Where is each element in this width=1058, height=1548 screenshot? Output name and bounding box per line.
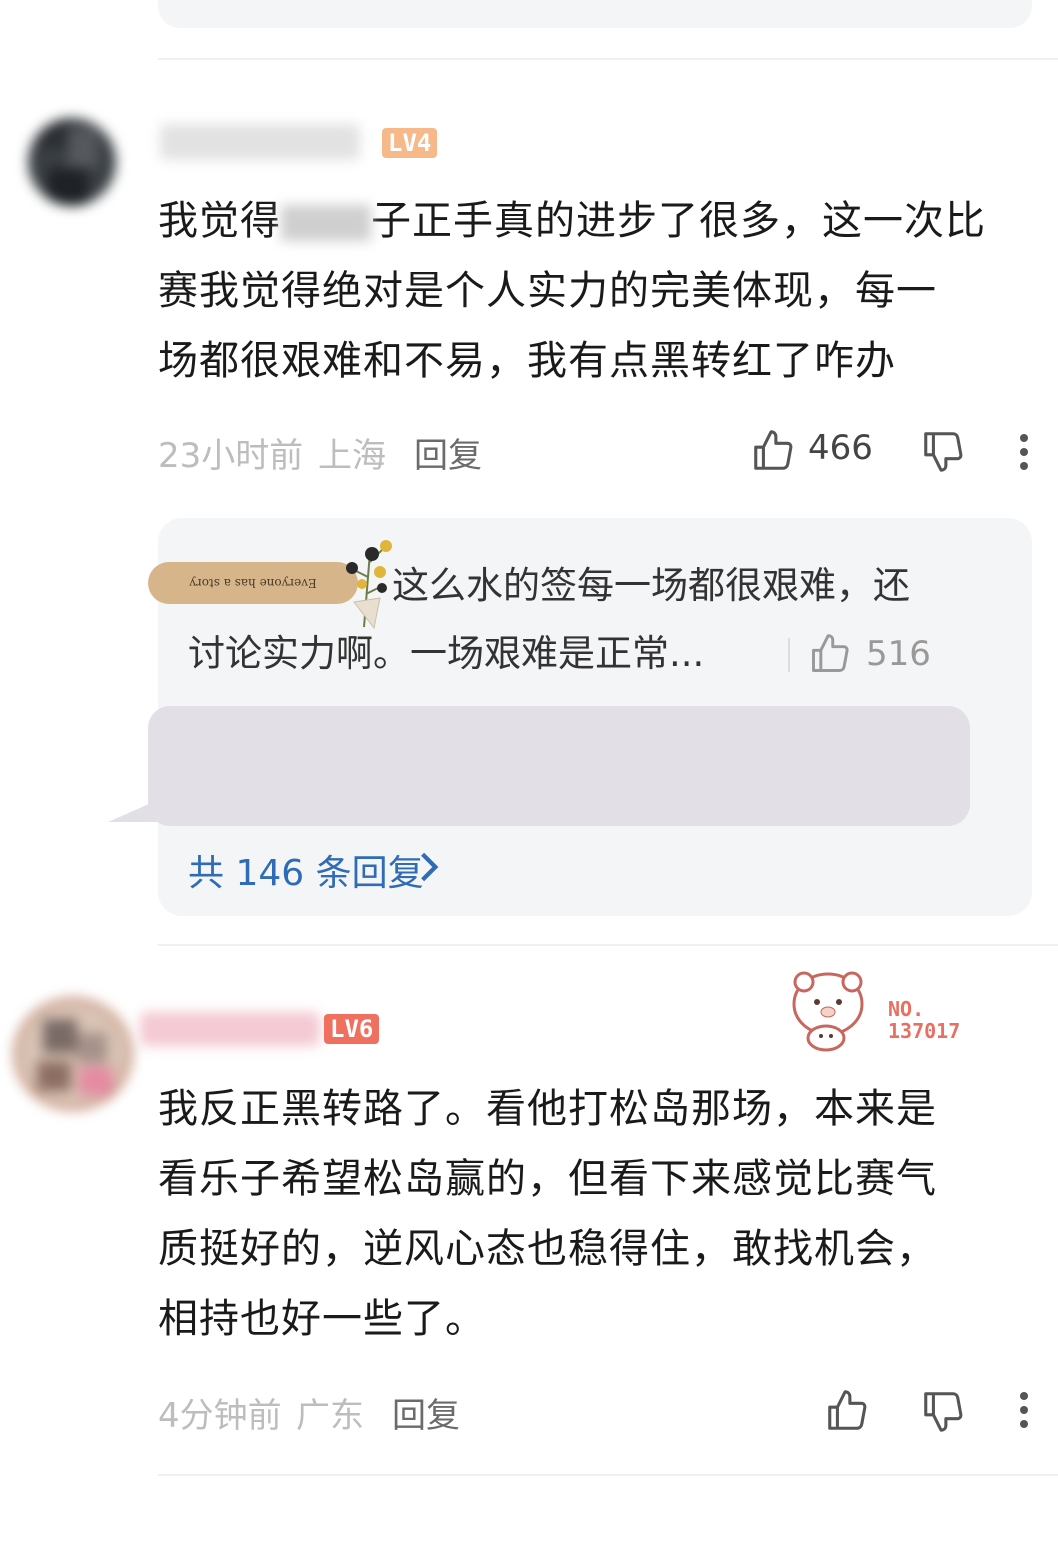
level-badge: LV4 [382,128,438,158]
username[interactable] [140,1012,320,1046]
comment-text-line: 我反正黑转路了。看他打松岛那场，本来是 [158,1086,937,1132]
thumbs-up-icon[interactable] [824,1388,870,1434]
reply-button[interactable]: 回复 [414,428,482,477]
comment-text-part: 子正手真的进步了很多，这一次比 [371,198,986,244]
fan-badge-bear-icon [784,964,874,1058]
avatar[interactable] [14,998,132,1110]
comment-text-line: 赛我觉得绝对是个人实力的完美体现，每一 [158,268,937,314]
avatar[interactable] [28,118,116,206]
thumbs-up-icon[interactable] [750,428,796,474]
sub-reply-text-line: 这么水的签每一场都很艰难，还 [392,564,910,607]
comment-content: 我反正黑转路了。看他打松岛那场，本来是 看乐子希望松岛赢的，但看下来感觉比赛气 … [158,1074,1038,1354]
comment-text-line: 相持也好一些了。 [158,1296,486,1342]
divider [158,58,1058,60]
thumbs-down-icon[interactable] [920,1388,966,1434]
separator [788,638,790,672]
more-vertical-icon[interactable] [1012,432,1036,472]
like-count: 466 [808,428,873,468]
decoration-sticker: Everyone has a story [148,562,358,604]
fan-number-value: 137017 [888,1019,961,1043]
thumbs-up-icon[interactable] [808,632,852,676]
comment-time: 4分钟前 [158,1396,282,1436]
divider [158,944,1058,946]
comment-content: 我觉得 子正手真的进步了很多，这一次比 赛我觉得绝对是个人实力的完美体现，每一 场… [158,186,1038,396]
reply-button[interactable]: 回复 [392,1388,460,1437]
fan-number-label: NO. [888,997,925,1021]
divider [158,1474,1058,1476]
username[interactable] [160,124,360,160]
sub-reply-text-line: 讨论实力啊。一场艰难是正常... [188,632,705,675]
comment-location: 广东 [296,1396,364,1436]
comment-location: 上海 [318,436,386,476]
total-replies-label: 共 146 条回复 [188,853,424,894]
chevron-right-icon[interactable] [416,850,442,884]
redacted-text [281,205,371,241]
previous-reply-card [158,0,1032,28]
comment-text-line: 场都很艰难和不易，我有点黑转红了咋办 [158,338,896,384]
more-vertical-icon[interactable] [1012,1390,1036,1430]
comment-text-line: 看乐子希望松岛赢的，但看下来感觉比赛气 [158,1156,937,1202]
redacted-reply-bubble [148,706,970,826]
level-badge: LV6 [324,1014,380,1044]
comment-text-part: 我觉得 [158,198,281,244]
comment-time: 23小时前 [158,436,304,476]
thumbs-down-icon[interactable] [920,428,966,474]
comment-text-line: 质挺好的，逆风心态也稳得住，敢找机会， [158,1226,937,1272]
fan-number-badge: NO. 137017 [888,998,960,1042]
sub-reply-like-count: 516 [866,634,931,674]
view-all-replies-link[interactable]: 共 146 条回复 [188,844,424,896]
